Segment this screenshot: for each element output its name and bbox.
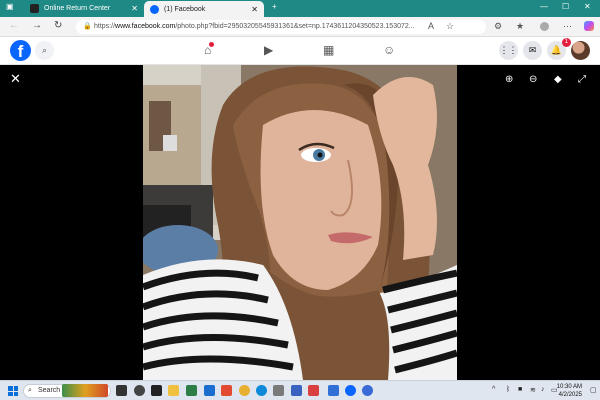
zoom-out-icon[interactable]: ⊖ xyxy=(529,74,537,85)
facebook-logo[interactable]: f xyxy=(10,40,31,61)
search-icon: ⌕ xyxy=(28,387,32,394)
search-icon[interactable]: ⌕ xyxy=(35,41,54,60)
profile-icon[interactable] xyxy=(540,22,549,31)
file-explorer-icon[interactable] xyxy=(168,385,179,396)
chrome-icon[interactable] xyxy=(239,385,250,396)
home-icon[interactable]: ⌂ xyxy=(204,42,215,57)
address-bar-row: ← → ↻ 🔒 https://www.facebook.com/photo.p… xyxy=(0,17,600,37)
bluetooth-icon[interactable]: ᛒ xyxy=(506,386,510,393)
menu-grid-icon[interactable]: ⋮⋮ xyxy=(499,41,518,60)
photo-viewer: ✕ ⊕ ⊖ ◆ ⤢ xyxy=(0,65,600,380)
windows-start-icon[interactable] xyxy=(8,386,18,396)
url-domain: www.facebook.com xyxy=(115,23,176,30)
minimize-button[interactable]: — xyxy=(540,2,548,11)
favorites-icon[interactable]: ★ xyxy=(516,21,524,32)
notification-badge: 1 xyxy=(561,38,571,47)
close-icon[interactable]: ✕ xyxy=(10,71,21,87)
groups-icon[interactable]: ☺ xyxy=(383,43,395,57)
tag-icon[interactable]: ◆ xyxy=(554,74,562,85)
taskbar-search-label: Search xyxy=(38,387,61,394)
windows-taskbar: ⌕ Search ^ ᛒ ■ ≋ ♪ ▭ 10:30 AM 4/2/2025 ▢ xyxy=(0,380,600,400)
maximize-button[interactable]: ☐ xyxy=(562,2,569,11)
tab-title: Online Return Center xyxy=(44,5,111,12)
app-icon[interactable] xyxy=(221,385,232,396)
tab-facebook[interactable]: (1) Facebook ✕ xyxy=(144,1,264,17)
facebook-header: f ⌕ ⌂ ▶ ▦ ☺ ⋮⋮ ✉ 🔔 1 xyxy=(0,37,600,65)
translate-icon[interactable]: ☆ xyxy=(446,21,454,32)
clock[interactable]: 10:30 AM 4/2/2025 xyxy=(557,383,582,399)
marketplace-icon[interactable]: ▦ xyxy=(323,43,334,57)
fullscreen-icon[interactable]: ⤢ xyxy=(578,74,586,85)
photo-image xyxy=(143,65,457,380)
new-tab-button[interactable]: + xyxy=(272,2,277,11)
back-icon[interactable]: ← xyxy=(9,20,19,31)
app-icon[interactable] xyxy=(273,385,284,396)
app-icon[interactable] xyxy=(308,385,319,396)
facebook-icon xyxy=(150,4,159,14)
copilot-icon[interactable] xyxy=(584,21,594,31)
url-prefix: https:// xyxy=(94,23,116,30)
amazon-icon xyxy=(30,4,39,13)
wifi-icon[interactable]: ≋ xyxy=(530,386,536,394)
notifications-icon[interactable]: 🔔 1 xyxy=(547,38,571,60)
messenger-icon[interactable]: ✉ xyxy=(523,41,542,60)
volume-icon[interactable]: ♪ xyxy=(541,386,545,393)
tab-title: (1) Facebook xyxy=(164,5,206,13)
browser-tab-strip: ▣ Online Return Center ✕ (1) Facebook ✕ … xyxy=(0,0,600,17)
close-tab-icon[interactable]: ✕ xyxy=(131,4,138,13)
notification-center-icon[interactable]: ▢ xyxy=(590,386,597,394)
app-icon[interactable] xyxy=(291,385,302,396)
lock-icon: 🔒 xyxy=(83,23,92,30)
outlook-icon[interactable] xyxy=(328,385,339,396)
zoom-in-icon[interactable]: ⊕ xyxy=(505,74,513,85)
chat-icon[interactable] xyxy=(151,385,162,396)
refresh-icon[interactable]: ↻ xyxy=(54,20,62,31)
url-path: /photo.php?fbid=29503205545931361&set=np… xyxy=(175,23,415,30)
clock-time: 10:30 AM xyxy=(556,384,582,390)
url-field[interactable]: 🔒 https://www.facebook.com/photo.php?fbi… xyxy=(76,20,486,34)
task-view-icon[interactable] xyxy=(116,385,127,396)
facebook-taskbar-icon[interactable] xyxy=(345,385,356,396)
edge-icon[interactable] xyxy=(256,385,267,396)
close-tab-icon[interactable]: ✕ xyxy=(251,5,258,14)
chevron-up-icon[interactable]: ^ xyxy=(492,386,495,393)
app-icon[interactable] xyxy=(204,385,215,396)
tab-online-return-center[interactable]: Online Return Center ✕ xyxy=(24,1,144,16)
clock-date: 4/2/2025 xyxy=(558,392,582,398)
avatar[interactable] xyxy=(571,41,590,60)
home-notification-dot xyxy=(209,42,215,47)
forward-icon[interactable]: → xyxy=(32,20,42,31)
tab-actions-icon[interactable]: ▣ xyxy=(6,2,14,11)
extensions-icon[interactable]: ⚙ xyxy=(494,21,502,32)
more-icon[interactable]: ⋯ xyxy=(563,21,572,32)
close-window-button[interactable]: ✕ xyxy=(584,2,591,11)
app-tray-icon[interactable]: ■ xyxy=(518,386,522,393)
search-highlight-icon[interactable] xyxy=(62,384,108,397)
read-aloud-icon[interactable]: A xyxy=(428,21,434,31)
app-icon[interactable] xyxy=(186,385,197,396)
copilot-taskbar-icon[interactable] xyxy=(134,385,145,396)
app-icon[interactable] xyxy=(362,385,373,396)
video-icon[interactable]: ▶ xyxy=(264,43,273,57)
